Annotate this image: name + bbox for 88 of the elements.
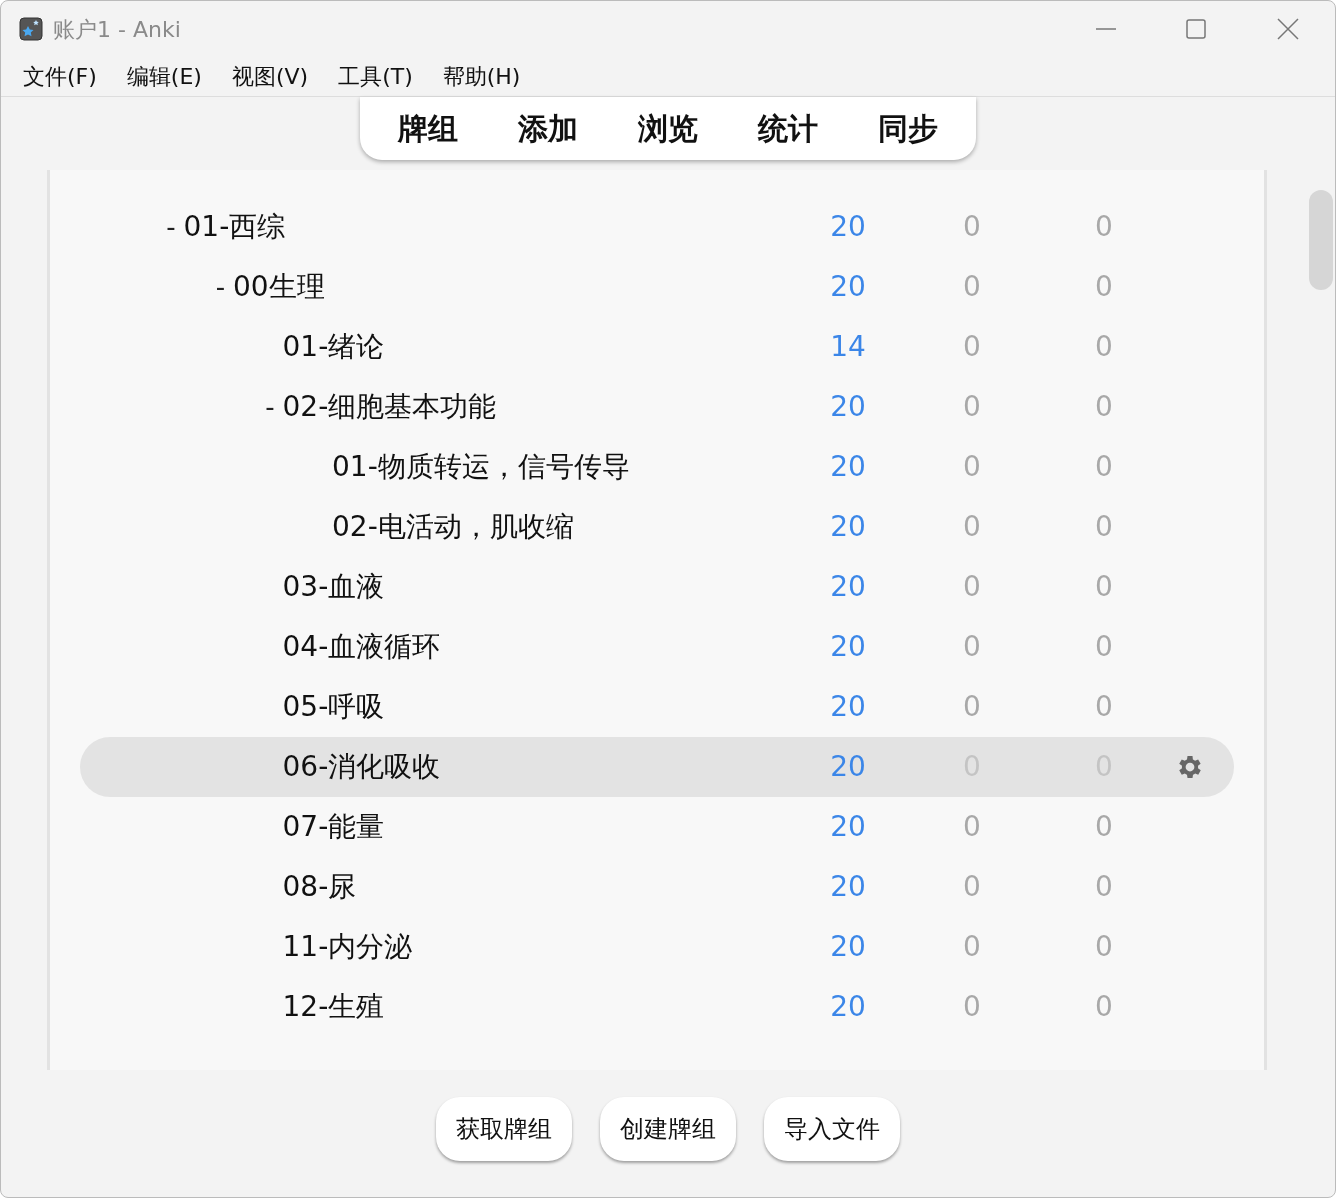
menu-item[interactable]: 文件(F) (23, 60, 97, 93)
learn-count: 0 (1094, 509, 1114, 545)
new-count: 0 (962, 509, 982, 545)
learn-count: 0 (1094, 269, 1114, 305)
toolbar-link[interactable]: 牌组 (398, 106, 458, 151)
menu-item[interactable]: 工具(T) (338, 60, 413, 93)
toolbar-link[interactable]: 浏览 (638, 106, 698, 151)
deck-row[interactable]: 11-内分泌 20 0 0 (80, 917, 1234, 977)
deck-row[interactable]: - 01-西综 20 0 0 (80, 197, 1234, 257)
deck-name[interactable]: 03-血液 (282, 566, 385, 608)
deck-row[interactable]: 07-能量 20 0 0 (80, 797, 1234, 857)
learn-count: 0 (1094, 869, 1114, 905)
action-button[interactable]: 创建牌组 (600, 1097, 736, 1161)
deck-name[interactable]: 01-物质转运，信号传导 (332, 446, 630, 488)
due-count: 20 (829, 929, 867, 965)
new-count: 0 (962, 989, 982, 1025)
due-count: 20 (829, 569, 867, 605)
action-button[interactable]: 导入文件 (764, 1097, 900, 1161)
maximize-icon[interactable] (1185, 18, 1207, 40)
learn-count: 0 (1094, 209, 1114, 245)
learn-count: 0 (1094, 689, 1114, 725)
new-count: 0 (962, 569, 982, 605)
due-count: 20 (829, 629, 867, 665)
new-count: 0 (962, 329, 982, 365)
collapse-toggle[interactable]: - (166, 207, 176, 247)
collapse-toggle[interactable]: - (265, 387, 275, 427)
deck-name[interactable]: 05-呼吸 (282, 686, 385, 728)
due-count: 20 (829, 269, 867, 305)
new-count: 0 (962, 209, 982, 245)
deck-name[interactable]: 02-细胞基本功能 (282, 386, 497, 428)
deck-row[interactable]: 04-血液循环 20 0 0 (80, 617, 1234, 677)
new-count: 0 (962, 449, 982, 485)
deck-name[interactable]: 12-生殖 (282, 986, 385, 1028)
new-count: 0 (962, 809, 982, 845)
deck-name[interactable]: 08-尿 (282, 866, 357, 908)
deck-name[interactable]: 01-绪论 (282, 326, 385, 368)
toolbar-link[interactable]: 统计 (758, 106, 818, 151)
due-count: 20 (829, 689, 867, 725)
deck-row[interactable]: - 00生理 20 0 0 (80, 257, 1234, 317)
toolbar-link[interactable]: 添加 (518, 106, 578, 151)
deck-row[interactable]: 05-呼吸 20 0 0 (80, 677, 1234, 737)
new-count: 0 (962, 929, 982, 965)
due-count: 20 (829, 989, 867, 1025)
due-count: 20 (829, 749, 867, 785)
menu-item[interactable]: 编辑(E) (126, 60, 202, 93)
learn-count: 0 (1094, 329, 1114, 365)
deck-name[interactable]: 11-内分泌 (282, 926, 413, 968)
toolbar-link[interactable]: 同步 (878, 106, 938, 151)
learn-count: 0 (1094, 389, 1114, 425)
menu-item[interactable]: 视图(V) (231, 60, 309, 93)
deck-row[interactable]: 03-血液 20 0 0 (80, 557, 1234, 617)
close-icon[interactable] (1277, 18, 1299, 40)
due-count: 20 (829, 509, 867, 545)
deck-name[interactable]: 06-消化吸收 (282, 746, 441, 788)
menu-item[interactable]: 帮助(H) (442, 60, 521, 93)
collapse-toggle[interactable]: - (215, 267, 226, 307)
action-button[interactable]: 获取牌组 (436, 1097, 572, 1161)
learn-count: 0 (1094, 569, 1114, 605)
deck-name[interactable]: 07-能量 (282, 806, 385, 848)
learn-count: 0 (1094, 809, 1114, 845)
due-count: 20 (829, 869, 867, 905)
new-count: 0 (962, 269, 982, 305)
deck-row[interactable]: 12-生殖 20 0 0 (80, 977, 1234, 1037)
learn-count: 0 (1094, 629, 1114, 665)
due-count: 20 (829, 389, 867, 425)
new-count: 0 (962, 869, 982, 905)
deck-name[interactable]: 02-电活动，肌收缩 (332, 506, 574, 548)
learn-count: 0 (1094, 449, 1114, 485)
deck-row[interactable]: 08-尿 20 0 0 (80, 857, 1234, 917)
deck-name[interactable]: 00生理 (233, 266, 325, 308)
app-icon (19, 17, 43, 41)
learn-count: 0 (1094, 989, 1114, 1025)
due-count: 20 (829, 809, 867, 845)
window-title: 账户1 - Anki (53, 15, 181, 44)
deck-name[interactable]: 04-血液循环 (282, 626, 441, 668)
deck-row[interactable]: - 02-细胞基本功能 20 0 0 (80, 377, 1234, 437)
new-count: 0 (962, 629, 982, 665)
deck-row[interactable]: 01-绪论 14 0 0 (80, 317, 1234, 377)
new-count: 0 (962, 389, 982, 425)
deck-name[interactable]: 01-西综 (183, 206, 286, 248)
deck-row[interactable]: 01-物质转运，信号传导 20 0 0 (80, 437, 1234, 497)
learn-count: 0 (1094, 929, 1114, 965)
scrollbar-thumb[interactable] (1309, 190, 1333, 290)
due-count: 20 (829, 449, 867, 485)
new-count: 0 (962, 689, 982, 725)
due-count: 20 (829, 209, 867, 245)
deck-row[interactable]: 02-电活动，肌收缩 20 0 0 (80, 497, 1234, 557)
due-count: 14 (829, 329, 867, 365)
